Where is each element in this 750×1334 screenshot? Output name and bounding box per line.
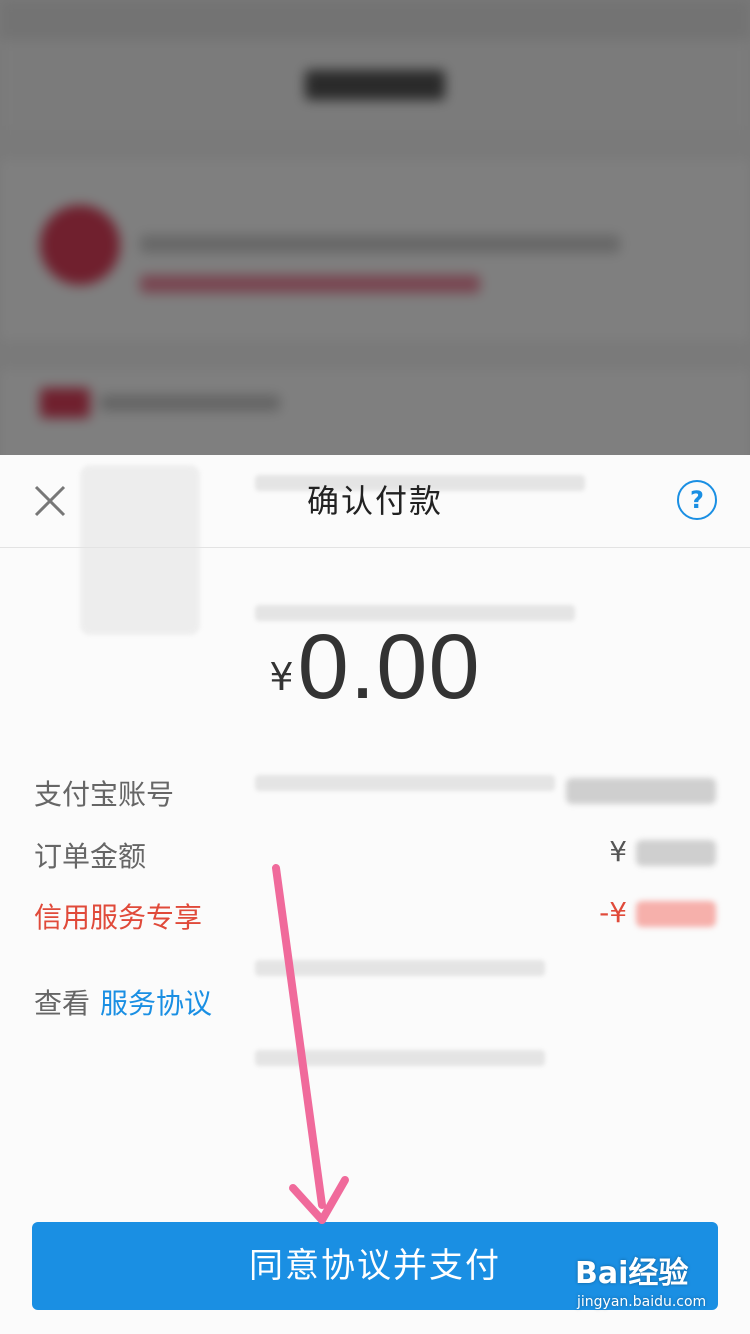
sheet-ghost-content (0, 455, 750, 1334)
ghost-line (255, 775, 555, 791)
blurred-account (566, 778, 716, 804)
order-amount-prefix: ¥ (609, 835, 628, 868)
amount-currency: ¥ (269, 655, 294, 699)
credit-discount-value: -¥ (599, 896, 716, 929)
sheet-header: 确认付款 ? (0, 455, 750, 548)
account-label: 支付宝账号 (34, 778, 175, 811)
credit-prefix: -¥ (599, 896, 628, 929)
ghost-line (255, 960, 545, 976)
baidu-jingyan-watermark: Bai经验 jingyan.baidu.com (575, 1248, 725, 1318)
blurred-credit-amount (636, 901, 716, 927)
agreement-line: 查看 服务协议 (34, 982, 212, 1022)
account-value (566, 773, 716, 806)
order-amount-label: 订单金额 (34, 840, 147, 873)
credit-service-label: 信用服务专享 (34, 901, 203, 934)
service-agreement-link[interactable]: 服务协议 (100, 987, 212, 1020)
payment-amount: ¥0.00 (0, 615, 750, 720)
ghost-line (255, 1050, 545, 1066)
order-amount-value: ¥ (609, 835, 716, 868)
watermark-logo: Bai经验 (575, 1256, 689, 1291)
amount-value: 0.00 (297, 616, 481, 718)
blurred-order-amount (636, 840, 716, 866)
watermark-url: jingyan.baidu.com (577, 1294, 707, 1310)
help-icon[interactable]: ? (677, 480, 717, 520)
agreement-view-text: 查看 (34, 987, 91, 1020)
payment-sheet: 确认付款 ? ¥0.00 支付宝账号 订单金额 ¥ 信用服务专享 -¥ 查看 服务… (0, 455, 750, 1334)
sheet-title: 确认付款 (306, 482, 443, 520)
dim-overlay (0, 0, 750, 455)
